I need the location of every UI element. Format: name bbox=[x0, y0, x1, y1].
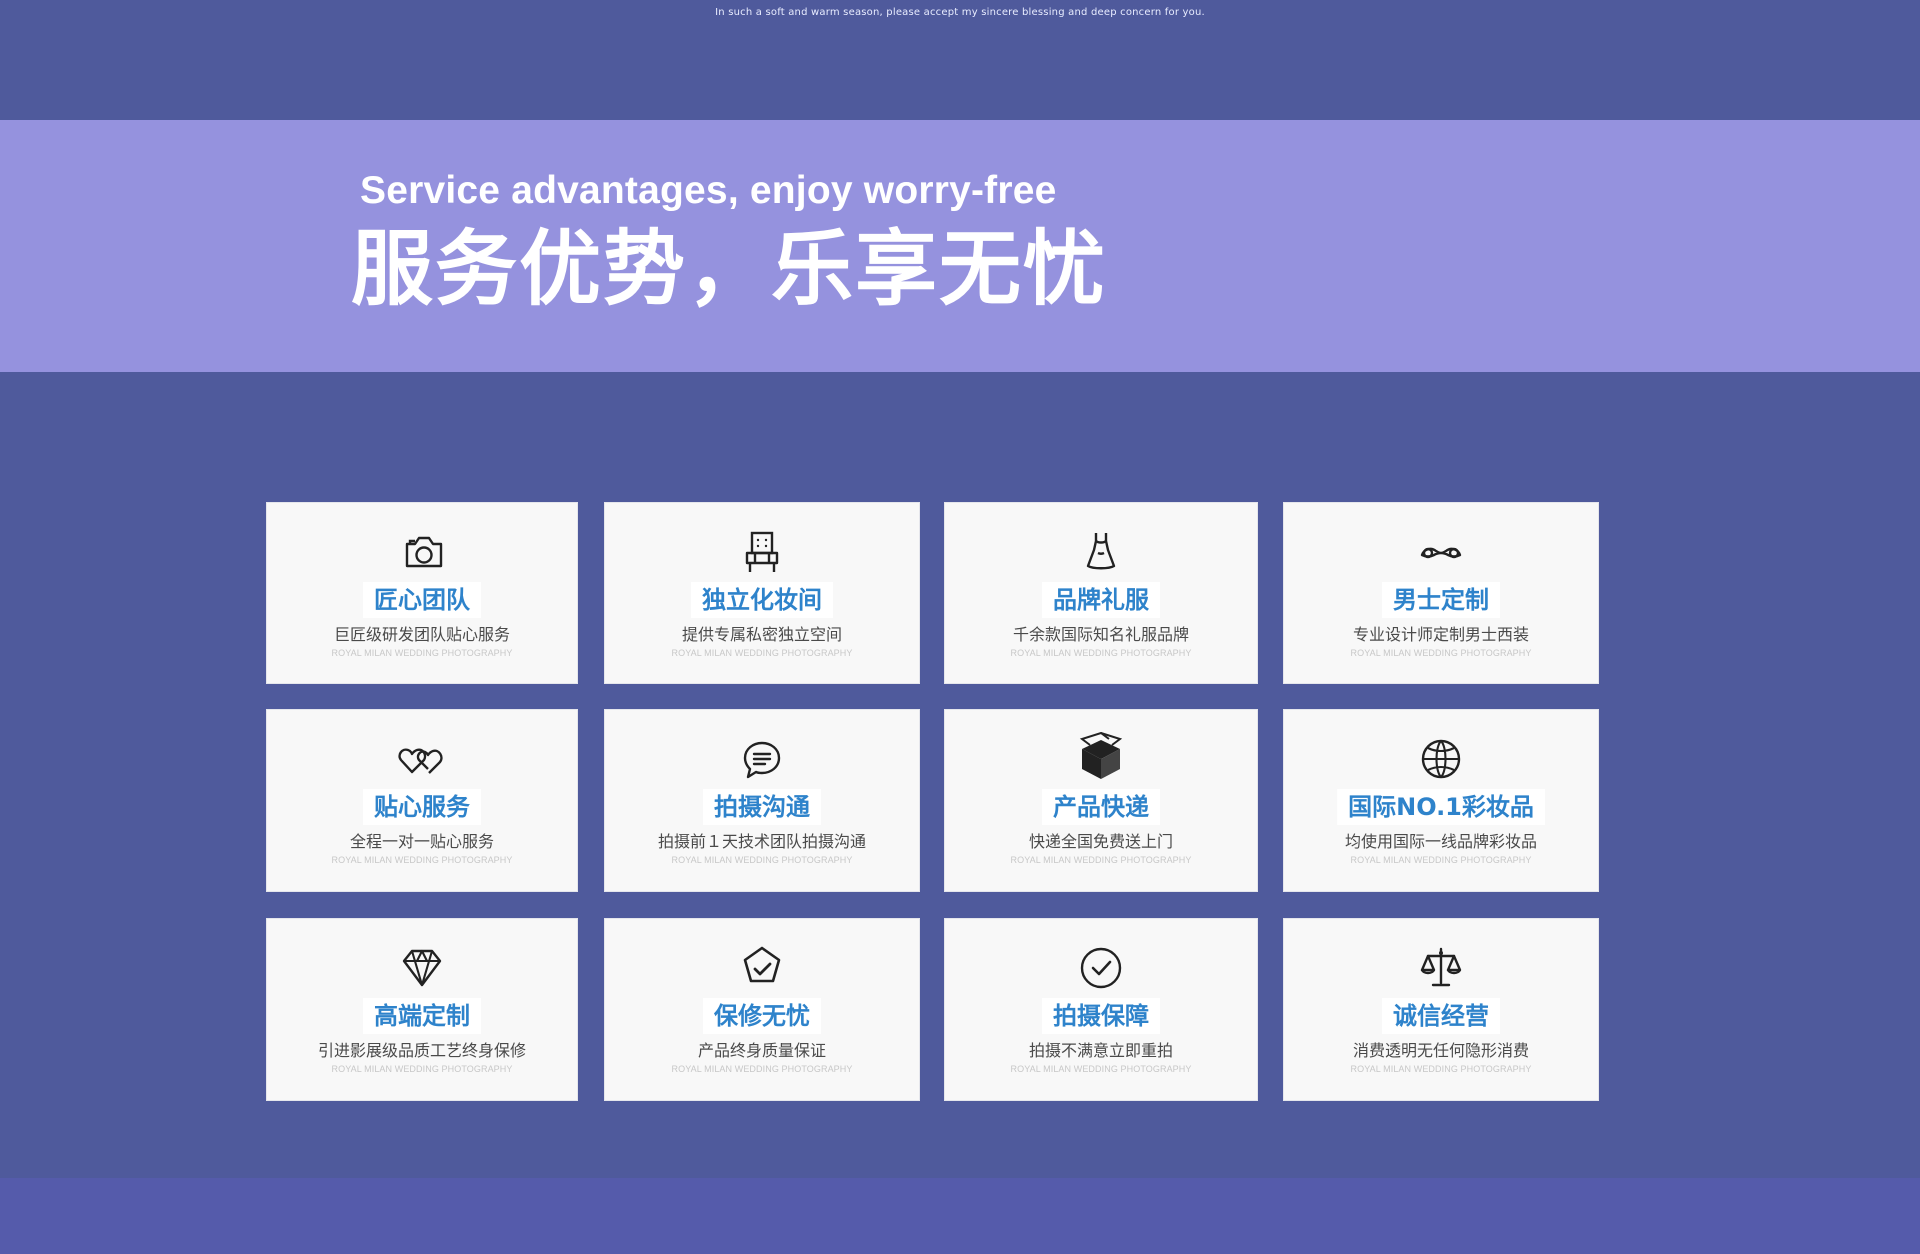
service-card-description: 巨匠级研发团队贴心服务 bbox=[333, 625, 510, 644]
banner-title: 服务优势，乐享无忧 bbox=[351, 222, 1108, 317]
service-card-description: 专业设计师定制男士西装 bbox=[1352, 625, 1529, 644]
service-card-title: 拍摄保障 bbox=[1043, 999, 1159, 1033]
service-card-international-cosmetics: 国际NO.1彩妆品 均使用国际一线品牌彩妆品 ROYAL MILAN WEDDI… bbox=[1283, 709, 1599, 892]
pentagon-check-icon bbox=[735, 941, 789, 995]
top-header-area bbox=[0, 0, 1920, 120]
service-card-title: 产品快递 bbox=[1043, 790, 1159, 824]
service-card-shooting-guarantee: 拍摄保障 拍摄不满意立即重拍 ROYAL MILAN WEDDING PHOTO… bbox=[944, 918, 1258, 1101]
service-card-footnote: ROYAL MILAN WEDDING PHOTOGRAPHY bbox=[1350, 648, 1532, 658]
service-card-footnote: ROYAL MILAN WEDDING PHOTOGRAPHY bbox=[1010, 855, 1192, 865]
service-card-description: 快递全国免费送上门 bbox=[1028, 832, 1173, 851]
service-card-description: 产品终身质量保证 bbox=[697, 1041, 826, 1060]
service-card-premium-custom: 高端定制 引进影展级品质工艺终身保修 ROYAL MILAN WEDDING P… bbox=[266, 918, 578, 1101]
service-card-description: 提供专属私密独立空间 bbox=[681, 625, 842, 644]
service-card-title: 诚信经营 bbox=[1383, 999, 1499, 1033]
service-card-footnote: ROYAL MILAN WEDDING PHOTOGRAPHY bbox=[1350, 1064, 1532, 1074]
dress-icon bbox=[1074, 525, 1128, 579]
globe-icon bbox=[1414, 732, 1468, 786]
service-card-description: 千余款国际知名礼服品牌 bbox=[1012, 625, 1189, 644]
camera-icon bbox=[395, 525, 449, 579]
service-card-title: 保修无忧 bbox=[704, 999, 820, 1033]
service-card-footnote: ROYAL MILAN WEDDING PHOTOGRAPHY bbox=[671, 855, 853, 865]
service-card-private-dressing-room: 独立化妆间 提供专属私密独立空间 ROYAL MILAN WEDDING PHO… bbox=[604, 502, 920, 684]
service-card-title: 贴心服务 bbox=[364, 790, 480, 824]
service-card-title: 拍摄沟通 bbox=[704, 790, 820, 824]
service-card-description: 全程一对一贴心服务 bbox=[349, 832, 494, 851]
service-card-footnote: ROYAL MILAN WEDDING PHOTOGRAPHY bbox=[1010, 1064, 1192, 1074]
hearts-icon bbox=[395, 732, 449, 786]
service-card-description: 拍摄前１天技术团队拍摄沟通 bbox=[657, 832, 866, 851]
service-card-description: 均使用国际一线品牌彩妆品 bbox=[1344, 832, 1537, 851]
service-card-shooting-communication: 拍摄沟通 拍摄前１天技术团队拍摄沟通 ROYAL MILAN WEDDING P… bbox=[604, 709, 920, 892]
service-card-description: 消费透明无任何隐形消费 bbox=[1352, 1041, 1529, 1060]
vanity-mirror-icon bbox=[735, 525, 789, 579]
service-card-title: 高端定制 bbox=[364, 999, 480, 1033]
service-card-title: 品牌礼服 bbox=[1043, 583, 1159, 617]
service-card-footnote: ROYAL MILAN WEDDING PHOTOGRAPHY bbox=[671, 648, 853, 658]
box-icon bbox=[1074, 732, 1128, 786]
service-card-title: 男士定制 bbox=[1383, 583, 1499, 617]
top-note: In such a soft and warm season, please a… bbox=[715, 7, 1205, 18]
service-card-brand-gowns: 品牌礼服 千余款国际知名礼服品牌 ROYAL MILAN WEDDING PHO… bbox=[944, 502, 1258, 684]
chat-icon bbox=[735, 732, 789, 786]
service-card-integrity: 诚信经营 消费透明无任何隐形消费 ROYAL MILAN WEDDING PHO… bbox=[1283, 918, 1599, 1101]
check-circle-icon bbox=[1074, 941, 1128, 995]
service-card-title: 独立化妆间 bbox=[692, 583, 832, 617]
service-card-description: 拍摄不满意立即重拍 bbox=[1028, 1041, 1173, 1060]
service-card-footnote: ROYAL MILAN WEDDING PHOTOGRAPHY bbox=[331, 1064, 513, 1074]
service-card-footnote: ROYAL MILAN WEDDING PHOTOGRAPHY bbox=[671, 1064, 853, 1074]
service-card-footnote: ROYAL MILAN WEDDING PHOTOGRAPHY bbox=[331, 855, 513, 865]
scale-icon bbox=[1414, 941, 1468, 995]
service-card-caring-service: 贴心服务 全程一对一贴心服务 ROYAL MILAN WEDDING PHOTO… bbox=[266, 709, 578, 892]
service-card-description: 引进影展级品质工艺终身保修 bbox=[317, 1041, 526, 1060]
service-card-footnote: ROYAL MILAN WEDDING PHOTOGRAPHY bbox=[1010, 648, 1192, 658]
service-card-craft-team: 匠心团队 巨匠级研发团队贴心服务 ROYAL MILAN WEDDING PHO… bbox=[266, 502, 578, 684]
service-card-men-custom: 男士定制 专业设计师定制男士西装 ROYAL MILAN WEDDING PHO… bbox=[1283, 502, 1599, 684]
service-card-title: 匠心团队 bbox=[364, 583, 480, 617]
bottom-band bbox=[0, 1178, 1920, 1254]
service-card-footnote: ROYAL MILAN WEDDING PHOTOGRAPHY bbox=[1350, 855, 1532, 865]
banner-subtitle: Service advantages, enjoy worry-free bbox=[360, 169, 1057, 212]
service-card-footnote: ROYAL MILAN WEDDING PHOTOGRAPHY bbox=[331, 648, 513, 658]
service-card-warranty: 保修无忧 产品终身质量保证 ROYAL MILAN WEDDING PHOTOG… bbox=[604, 918, 920, 1101]
service-card-product-delivery: 产品快递 快递全国免费送上门 ROYAL MILAN WEDDING PHOTO… bbox=[944, 709, 1258, 892]
service-card-title: 国际NO.1彩妆品 bbox=[1338, 790, 1544, 824]
diamond-icon bbox=[395, 941, 449, 995]
mustache-icon bbox=[1414, 525, 1468, 579]
